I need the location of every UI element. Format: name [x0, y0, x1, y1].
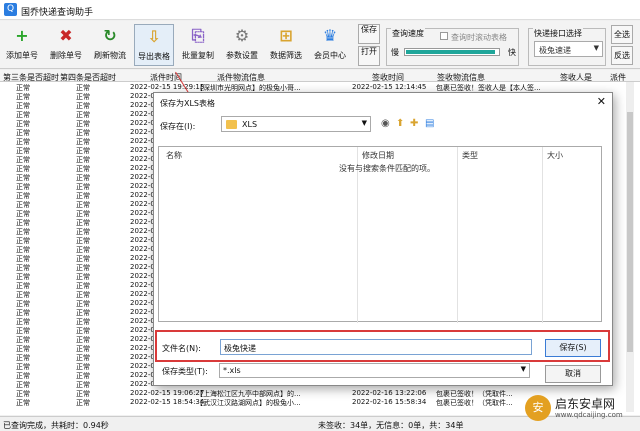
new-folder-icon[interactable]: ✚ — [410, 118, 418, 130]
cell-time: 2022-02-16 13:22:06 — [352, 389, 427, 397]
speed-slow-label: 慢 — [391, 48, 399, 57]
view-menu-icon[interactable]: ▤ — [425, 118, 434, 130]
column-divider — [457, 147, 458, 323]
speed-group-label: 查询速度 — [391, 28, 425, 39]
column-divider — [542, 147, 543, 323]
column-header[interactable]: 签收人是 — [560, 72, 592, 83]
toolbar-button[interactable]: ⎘ 批量复制 — [178, 24, 218, 66]
column-size[interactable]: 大小 — [547, 150, 563, 161]
column-header[interactable]: 签收时间 — [372, 72, 404, 83]
column-type[interactable]: 类型 — [462, 150, 478, 161]
cell-status: 正常 — [16, 399, 30, 407]
toolbar-button-label: 添加单号 — [6, 51, 38, 60]
title-bar: Q 国乔快递查询助手 — [0, 0, 640, 20]
window-title: 国乔快递查询助手 — [21, 8, 94, 18]
folder-icon — [226, 120, 237, 129]
cell-info: 【武汉江汉路湖网点】的极兔小... — [196, 399, 301, 407]
file-type-label: 保存类型(T): — [162, 367, 208, 376]
column-name[interactable]: 名称 — [166, 150, 182, 161]
speed-fast-label: 快 — [508, 48, 516, 57]
toolbar-button[interactable]: ✖ 删除单号 — [46, 24, 86, 66]
table-row[interactable]: 正常 正常 2022-02-15 19:29:13 【深圳市光明网点】的极兔小哥...… — [0, 83, 640, 92]
delete-x-icon: ✖ — [59, 26, 73, 45]
scroll-checkbox[interactable] — [440, 32, 448, 40]
watermark-logo-icon: 安 — [525, 395, 551, 421]
gear-icon: ⚙ — [234, 26, 250, 45]
cell-time: 2022-02-16 15:58:34 — [352, 398, 427, 406]
watermark-title: 启东安卓网 — [555, 397, 616, 411]
toolbar-button-label: 会员中心 — [314, 51, 346, 60]
dialog-title: 保存为XLS表格 — [160, 99, 216, 108]
status-left: 已查询完成，共耗时：0.94秒 — [3, 421, 109, 430]
table-header: 第三条是否超时 第四条是否超时 派件时间 派件物流信息 签收时间 签收物流信息 签收人是 派件 — [0, 70, 640, 82]
invert-selection-button[interactable]: 反选 — [611, 46, 633, 65]
chevron-down-icon: ▼ — [593, 44, 599, 52]
copy-icon: ⎘ — [191, 26, 205, 45]
watermark-url: www.qdcaijing.com — [555, 411, 623, 419]
column-header[interactable]: 第三条是否超时 — [3, 72, 59, 83]
toolbar-button[interactable]: ↻ 刷新物流 — [90, 24, 130, 66]
back-icon[interactable]: ◉ — [381, 118, 390, 130]
toolbar-button-label: 批量复制 — [182, 51, 214, 60]
column-header[interactable]: 签收物流信息 — [437, 72, 485, 83]
column-header[interactable]: 派件物流信息 — [217, 72, 265, 83]
refresh-icon: ↻ — [103, 26, 117, 45]
speed-slider[interactable] — [404, 48, 500, 56]
cancel-button[interactable]: 取消 — [545, 365, 601, 383]
cell-time: 2022-02-15 19:06:27 — [130, 389, 205, 397]
toolbar-button[interactable]: ⇩ 导出表格 — [134, 24, 174, 66]
save-in-label: 保存在(I): — [160, 122, 196, 131]
chevron-down-icon: ▼ — [520, 365, 526, 373]
cell-time: 2022-02-15 18:54:34 — [130, 398, 205, 406]
empty-message: 没有与搜索条件匹配的项。 — [339, 164, 435, 173]
app-icon: Q — [4, 3, 17, 16]
column-header[interactable]: 派件 — [610, 72, 626, 83]
folder-name: XLS — [242, 120, 258, 129]
cell-status: 正常 — [76, 399, 90, 407]
toolbar-button[interactable]: + 添加单号 — [2, 24, 42, 66]
plus-icon: + — [15, 26, 29, 45]
column-header[interactable]: 第四条是否超时 — [60, 72, 116, 83]
status-right: 未签收：34单，无信息：0单，共：34单 — [318, 421, 464, 430]
toolbar-button-label: 删除单号 — [50, 51, 82, 60]
chevron-down-icon: ▼ — [361, 119, 367, 127]
open-button[interactable]: 打开 — [358, 46, 380, 66]
api-select[interactable]: 极兔速递 ▼ — [534, 41, 603, 57]
up-folder-icon[interactable]: ⬆ — [396, 118, 404, 130]
toolbar-button-label: 导出表格 — [138, 52, 170, 61]
save-button[interactable]: 保存 — [358, 24, 380, 44]
toolbar-button[interactable]: ⚙ 参数设置 — [222, 24, 262, 66]
toolbar-button-label: 刷新物流 — [94, 51, 126, 60]
folder-select[interactable]: XLS ▼ — [221, 116, 371, 132]
file-list[interactable]: 名称 修改日期 类型 大小 没有与搜索条件匹配的项。 — [158, 146, 602, 323]
column-date[interactable]: 修改日期 — [362, 150, 394, 161]
watermark: 安 启东安卓网 www.qdcaijing.com — [525, 393, 635, 423]
toolbar-button[interactable]: ♛ 会员中心 — [310, 24, 350, 66]
cell-time: 2022-02-15 19:29:13 — [130, 83, 205, 91]
toolbar: 保存 打开 查询速度 查询时滚动表格 慢 快 快递接口选择 极兔速递 ▼ 全选 反… — [0, 21, 640, 69]
file-type-value: *.xls — [223, 366, 241, 375]
cell-info: 包裹已签收！（凭取件... — [436, 399, 513, 407]
filter-icon: ⊞ — [279, 26, 293, 45]
cell-time: 2022-02-15 12:14:45 — [352, 83, 427, 91]
select-all-button[interactable]: 全选 — [611, 25, 633, 44]
highlight-box — [155, 330, 610, 362]
member-icon: ♛ — [322, 26, 338, 45]
scroll-checkbox-label: 查询时滚动表格 — [451, 33, 507, 42]
close-icon[interactable]: ✕ — [597, 95, 606, 108]
export-icon: ⇩ — [147, 27, 161, 46]
api-select-value: 极兔速递 — [539, 46, 571, 55]
api-group-label: 快递接口选择 — [533, 28, 583, 39]
file-type-select[interactable]: *.xls ▼ — [219, 363, 530, 378]
toolbar-button[interactable]: ⊞ 数据筛选 — [266, 24, 306, 66]
speed-slider-fill — [406, 50, 496, 54]
toolbar-button-label: 数据筛选 — [270, 51, 302, 60]
toolbar-button-label: 参数设置 — [226, 51, 258, 60]
